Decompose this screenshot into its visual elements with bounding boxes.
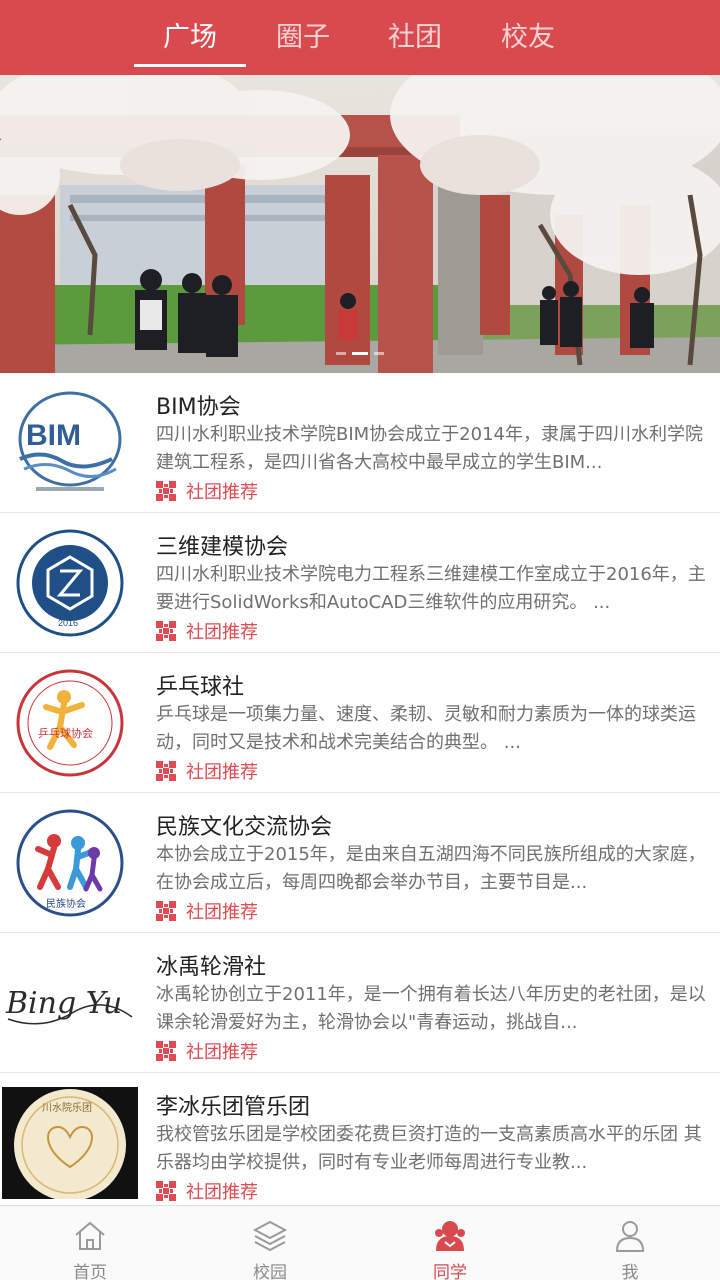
recommend-tag[interactable]: 社团推荐 (156, 1179, 258, 1203)
nav-home[interactable]: 首页 (0, 1206, 180, 1280)
club-name: 乒乓球社 (156, 675, 245, 700)
tab-circles[interactable]: 圈子 (247, 0, 359, 75)
tab-alumni[interactable]: 校友 (472, 0, 584, 75)
club-list: BIM BIM协会 四川水利职业技术学院BIM协会成立于2014年，隶属于四川水… (0, 373, 720, 1205)
club-recommend-icon (156, 1181, 176, 1201)
carousel-dot-active[interactable] (352, 352, 368, 355)
nav-label: 首页 (73, 1263, 107, 1280)
club-recommend-icon (156, 1041, 176, 1061)
tag-label: 社团推荐 (186, 482, 258, 503)
nav-label: 我 (621, 1263, 639, 1280)
list-item[interactable]: 民族协会 民族文化交流协会 本协会成立于2015年，是由来自五湖四海不同民族所组… (0, 793, 720, 933)
club-name: BIM协会 (156, 395, 241, 420)
person-icon (615, 1221, 645, 1252)
club-logo: BIM (2, 387, 138, 499)
club-logo: 2016 (2, 527, 138, 639)
tag-label: 社团推荐 (186, 762, 258, 783)
club-name: 冰禹轮滑社 (156, 955, 267, 980)
list-item[interactable]: 乒乓球协会 乒乓球社 乒乓球是一项集力量、速度、柔韧、灵敏和耐力素质为一体的球类… (0, 653, 720, 793)
club-description: 四川水利职业技术学院电力工程系三维建模工作室成立于2016年，主要进行Solid… (156, 564, 706, 613)
club-logo: 川水院乐团 (2, 1087, 138, 1199)
nav-campus[interactable]: 校园 (180, 1206, 360, 1280)
carousel-dot[interactable] (336, 352, 346, 355)
list-item[interactable]: 川水院乐团 李冰乐团管乐团 我校管弦乐团是学校团委花费巨资打造的一支高素质高水平… (0, 1073, 720, 1205)
active-tab-indicator (134, 64, 246, 67)
recommend-tag[interactable]: 社团推荐 (156, 899, 258, 923)
tag-label: 社团推荐 (186, 622, 258, 643)
nav-label: 同学 (433, 1263, 467, 1280)
carousel-dot[interactable] (374, 352, 384, 355)
club-recommend-icon (156, 761, 176, 781)
nav-me[interactable]: 我 (540, 1206, 720, 1280)
club-logo: Bing Yu (2, 947, 138, 1059)
layers-icon (252, 1220, 288, 1252)
list-item[interactable]: 2016 三维建模协会 四川水利职业技术学院电力工程系三维建模工作室成立于201… (0, 513, 720, 653)
nav-label: 校园 (253, 1263, 287, 1280)
carousel-indicator (0, 340, 720, 359)
home-icon (75, 1221, 105, 1250)
club-recommend-icon (156, 481, 176, 501)
tag-label: 社团推荐 (186, 1182, 258, 1203)
tag-label: 社团推荐 (186, 1042, 258, 1063)
club-description: 冰禹轮协创立于2011年，是一个拥有着长达八年历史的老社团，是以课余轮滑爱好为主… (156, 984, 706, 1033)
club-description: 本协会成立于2015年，是由来自五湖四海不同民族所组成的大家庭，在协会成立后，每… (156, 844, 706, 893)
recommend-tag[interactable]: 社团推荐 (156, 479, 258, 503)
nav-classmates[interactable]: 同学 (360, 1206, 540, 1280)
club-description: 我校管弦乐团是学校团委花费巨资打造的一支高素质高水平的乐团 其乐器均由学校提供，… (156, 1124, 702, 1173)
logo-text: Bing Yu (5, 986, 122, 1021)
recommend-tag[interactable]: 社团推荐 (156, 1039, 258, 1063)
list-item[interactable]: BIM BIM协会 四川水利职业技术学院BIM协会成立于2014年，隶属于四川水… (0, 373, 720, 513)
tab-clubs[interactable]: 社团 (359, 0, 471, 75)
club-recommend-icon (156, 621, 176, 641)
club-description: 乒乓球是一项集力量、速度、柔韧、灵敏和耐力素质为一体的球类运动，同时又是技术和战… (156, 704, 696, 753)
club-recommend-icon (156, 901, 176, 921)
club-logo: 民族协会 (2, 807, 138, 919)
club-description: 四川水利职业技术学院BIM协会成立于2014年，隶属于四川水利学院建筑工程系，是… (156, 424, 703, 473)
club-name: 李冰乐团管乐团 (156, 1095, 311, 1120)
club-logo: 乒乓球协会 (2, 667, 138, 779)
bottom-nav: 首页 校园 同学 我 (0, 1205, 720, 1280)
logo-text: 乒乓球协会 (38, 726, 93, 740)
logo-text: 民族协会 (46, 897, 86, 910)
logo-text: 川水院乐团 (42, 1101, 92, 1114)
banner-carousel[interactable] (0, 75, 720, 373)
logo-text: 2016 (58, 618, 78, 628)
club-name: 三维建模协会 (156, 535, 289, 560)
list-item[interactable]: Bing Yu 冰禹轮滑社 冰禹轮协创立于2011年，是一个拥有着长达八年历史的… (0, 933, 720, 1073)
club-name: 民族文化交流协会 (156, 815, 333, 840)
banner-image (0, 75, 720, 373)
tag-label: 社团推荐 (186, 902, 258, 923)
top-tab-bar: 广场 圈子 社团 校友 (0, 0, 720, 75)
recommend-tag[interactable]: 社团推荐 (156, 619, 258, 643)
recommend-tag[interactable]: 社团推荐 (156, 759, 258, 783)
logo-text: BIM (26, 419, 81, 452)
classmates-icon (435, 1221, 465, 1251)
